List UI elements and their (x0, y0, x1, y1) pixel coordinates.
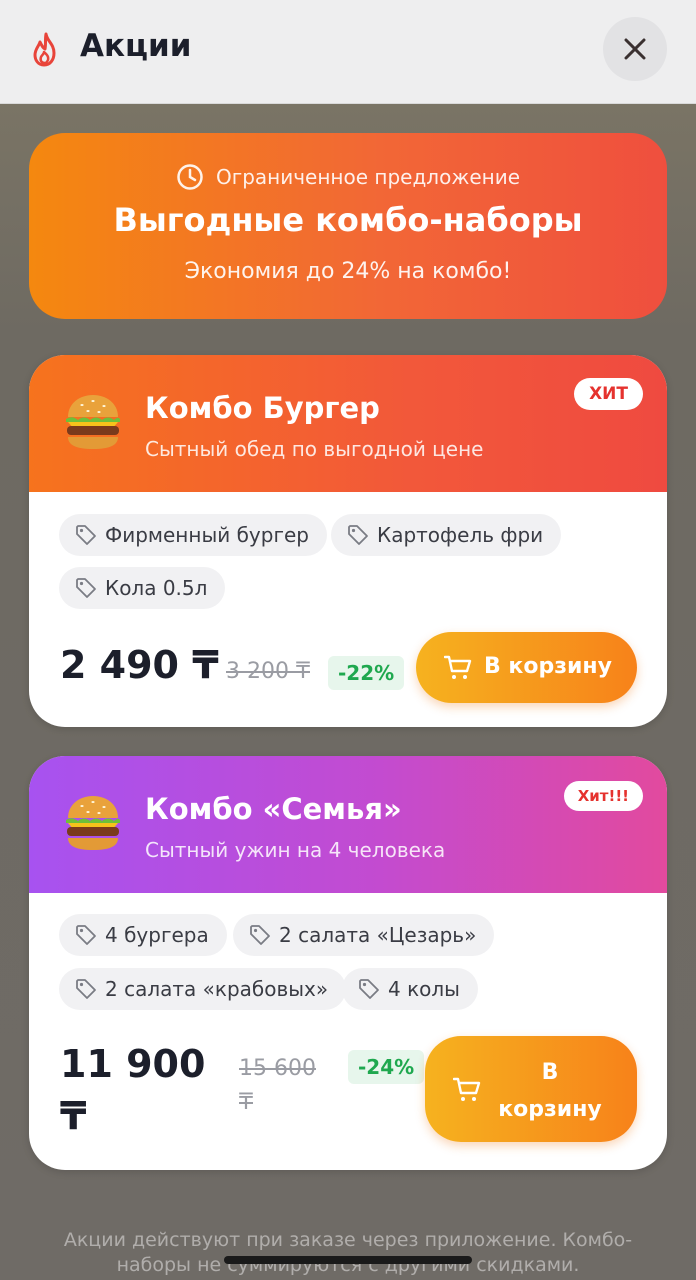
cart-icon (444, 655, 472, 679)
flame-icon (33, 32, 56, 67)
tag-icon (76, 925, 96, 945)
tag-icon (359, 979, 379, 999)
close-button[interactable] (603, 17, 667, 81)
cart-icon (453, 1077, 481, 1101)
combo-item-chip: Фирменный бургер (59, 514, 327, 556)
promo-hero-banner: Ограниченное предложение Выгодные комбо-… (29, 133, 667, 319)
tag-icon (348, 525, 368, 545)
combo-subtitle: Сытный ужин на 4 человека (145, 838, 446, 862)
limited-offer-label: Ограниченное предложение (215, 165, 521, 189)
add-to-cart-label: В корзину (485, 1054, 615, 1128)
page-title: Акции (80, 28, 192, 64)
tag-icon (250, 925, 270, 945)
home-indicator[interactable] (224, 1256, 472, 1264)
combo-item-label: 4 бургера (105, 923, 209, 947)
burger-icon (66, 796, 120, 850)
hit-badge: Хит!!! (563, 781, 643, 811)
combo-subtitle: Сытный обед по выгодной цене (145, 437, 484, 461)
combo-item-label: Картофель фри (377, 523, 544, 547)
combo-price: 2 490 ₸ (60, 643, 219, 687)
combo-price-currency: ₸ (60, 1094, 87, 1138)
combo-item-chip: 2 салата «Цезарь» (233, 914, 495, 956)
combo-title: Комбо «Семья» (145, 792, 402, 826)
combo-item-chip: 2 салата «крабовых» (59, 968, 347, 1010)
combo-item-label: 4 колы (388, 977, 460, 1001)
combo-card-header: Комбо Бургер Сытный обед по выгодной цен… (29, 355, 667, 492)
add-to-cart-button[interactable]: В корзину (425, 1036, 637, 1142)
combo-card-burger[interactable]: Комбо Бургер Сытный обед по выгодной цен… (29, 355, 667, 727)
combo-old-price-currency: ₸ (239, 1090, 253, 1115)
add-to-cart-button[interactable]: В корзину (416, 632, 637, 703)
hero-subtitle: Экономия до 24% на комбо! (184, 259, 512, 284)
combo-title: Комбо Бургер (145, 391, 380, 425)
close-icon (624, 38, 646, 60)
promo-header: Акции (0, 0, 696, 104)
combo-item-label: Фирменный бургер (105, 523, 309, 547)
combo-card-header: Комбо «Семья» Сытный ужин на 4 человека … (29, 756, 667, 893)
add-to-cart-label-line1: В (541, 1060, 559, 1085)
burger-icon (66, 395, 120, 449)
combo-price: 11 900 ₸ (60, 1038, 205, 1142)
add-to-cart-label-line2: корзину (498, 1097, 602, 1122)
hero-title: Выгодные комбо-наборы (113, 201, 583, 239)
combo-card-family[interactable]: Комбо «Семья» Сытный ужин на 4 человека … (29, 756, 667, 1170)
add-to-cart-label: В корзину (484, 654, 612, 679)
combo-item-label: 2 салата «крабовых» (105, 977, 329, 1001)
discount-badge: -24% (348, 1050, 425, 1084)
combo-old-price: 15 600 ₸ (239, 1052, 316, 1120)
clock-icon (177, 164, 203, 190)
promo-terms-note: Акции действуют при заказе через приложе… (40, 1228, 656, 1278)
combo-price-amount: 11 900 (60, 1042, 206, 1086)
combo-item-chip: 4 бургера (59, 914, 227, 956)
discount-badge: -22% (328, 656, 405, 690)
limited-offer-row: Ограниченное предложение (29, 163, 667, 191)
combo-old-price: 3 200 ₸ (226, 659, 310, 684)
combo-item-chip: 4 колы (342, 968, 478, 1010)
combo-old-price-amount: 15 600 (239, 1056, 316, 1081)
promo-terms-line1: Акции действуют при заказе через приложе… (63, 1229, 633, 1251)
hit-badge: ХИТ (574, 378, 643, 410)
tag-icon (76, 979, 96, 999)
combo-item-label: 2 салата «Цезарь» (279, 923, 477, 947)
tag-icon (76, 578, 96, 598)
tag-icon (76, 525, 96, 545)
combo-item-label: Кола 0.5л (105, 576, 208, 600)
combo-item-chip: Кола 0.5л (59, 567, 226, 609)
combo-item-chip: Картофель фри (331, 514, 562, 556)
